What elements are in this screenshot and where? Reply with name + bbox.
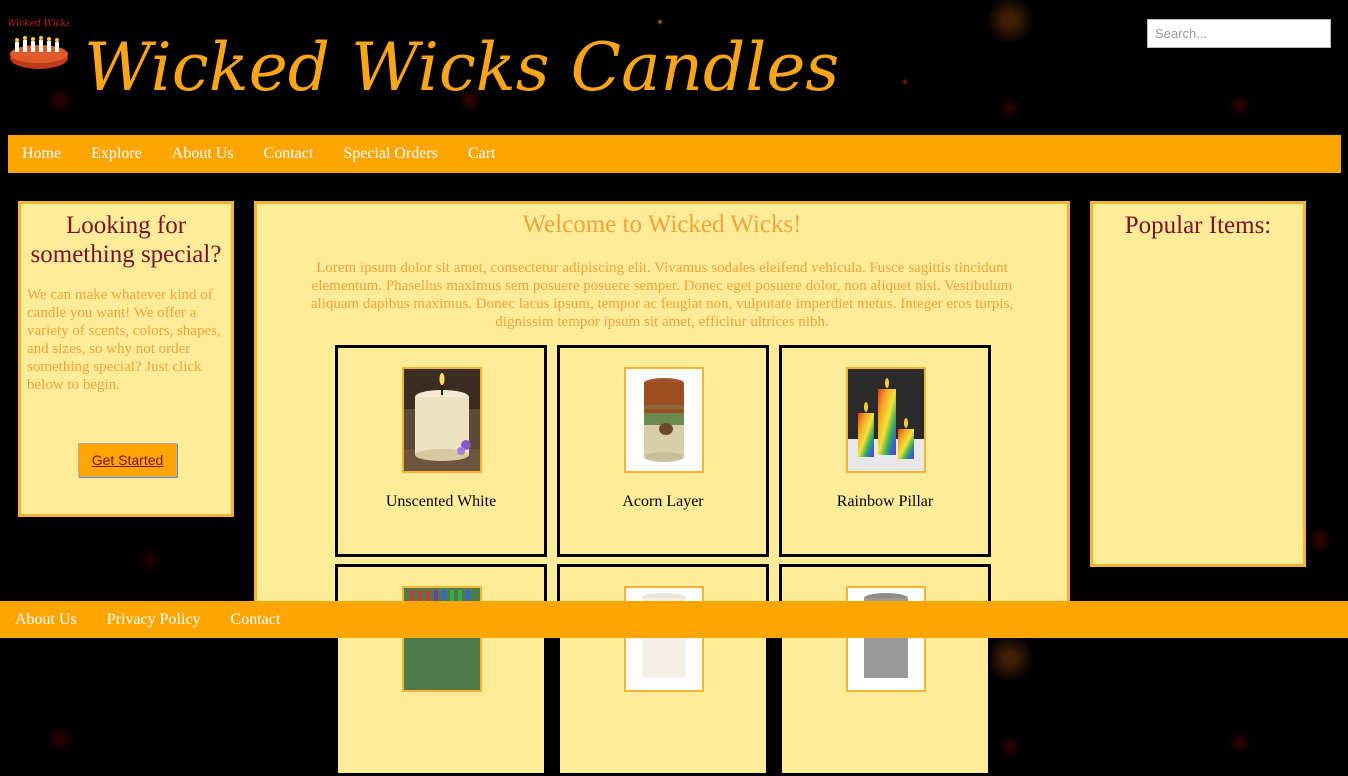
product-card[interactable]: Rainbow Pillar — [779, 345, 991, 557]
product-card[interactable]: Unscented White — [335, 345, 547, 557]
popular-items-panel: Popular Items: — [1090, 201, 1306, 567]
main-navigation: Home Explore About Us Contact Special Or… — [8, 135, 1341, 173]
special-order-text: We can make whatever kind of candle you … — [27, 287, 221, 393]
footer: About Us Privacy Policy Contact — [0, 601, 1348, 638]
site-title: Wicked Wicks Candles — [84, 29, 840, 106]
product-image-unscented-white[interactable] — [402, 367, 482, 473]
nav-about-us[interactable]: About Us — [172, 145, 234, 163]
nav-explore[interactable]: Explore — [91, 145, 142, 163]
main-content-panel: Welcome to Wicked Wicks! Lorem ipsum dol… — [254, 201, 1070, 776]
product-name: Unscented White — [385, 493, 497, 510]
product-card[interactable] — [779, 564, 991, 776]
logo-text: Wicked Wicks — [9, 19, 69, 29]
product-card[interactable] — [335, 564, 547, 776]
product-image-rainbow-pillar[interactable] — [846, 367, 926, 473]
logo-image[interactable]: Wicked Wicks — [7, 14, 71, 70]
welcome-heading: Welcome to Wicked Wicks! — [522, 211, 802, 238]
get-started-button[interactable]: Get Started — [78, 443, 177, 477]
footer-about-us[interactable]: About Us — [15, 611, 77, 629]
product-name: Acorn Layer — [622, 493, 704, 510]
product-card[interactable] — [557, 564, 769, 776]
product-image-acorn-layer[interactable] — [624, 367, 704, 473]
special-order-heading: Looking for something special? — [30, 212, 222, 268]
nav-special-orders[interactable]: Special Orders — [343, 145, 438, 163]
nav-contact[interactable]: Contact — [264, 145, 314, 163]
footer-contact[interactable]: Contact — [231, 611, 281, 629]
special-order-panel: Looking for something special? We can ma… — [18, 201, 234, 517]
product-name: Rainbow Pillar — [836, 493, 934, 510]
nav-cart[interactable]: Cart — [468, 145, 496, 163]
product-grid: Unscented White Acorn Layer Rainbow Pill… — [335, 345, 995, 776]
nav-home[interactable]: Home — [22, 145, 61, 163]
search-input[interactable] — [1147, 19, 1331, 48]
popular-items-heading: Popular Items: — [1124, 212, 1272, 239]
footer-privacy-policy[interactable]: Privacy Policy — [107, 611, 201, 629]
intro-text: Lorem ipsum dolor sit amet, consectetur … — [310, 260, 1014, 330]
product-card[interactable]: Acorn Layer — [557, 345, 769, 557]
